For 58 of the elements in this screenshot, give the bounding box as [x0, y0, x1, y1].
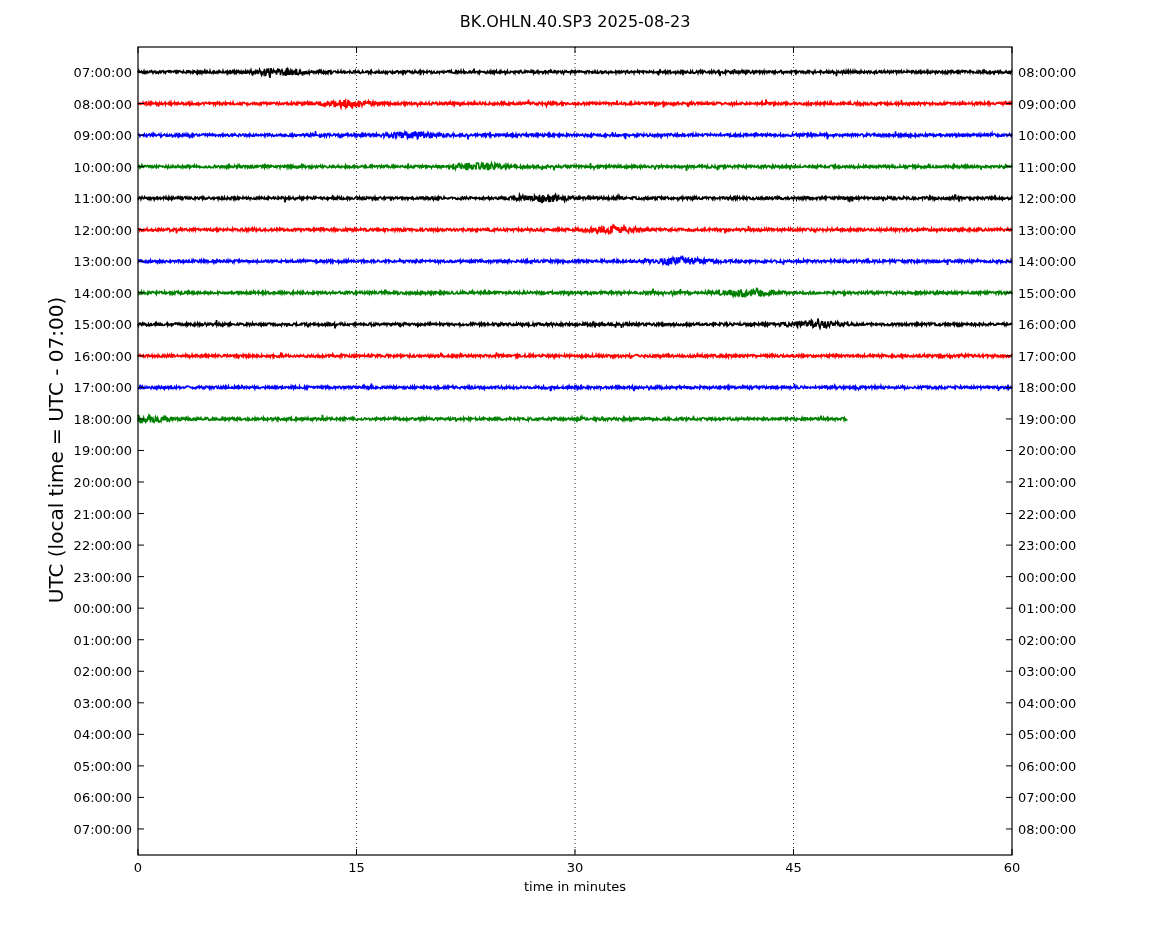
hour-label: 22:00:00 [73, 538, 132, 554]
hour-label: 18:00:00 [73, 411, 132, 427]
hour-label: 12:00:00 [1018, 191, 1077, 207]
hour-label: 01:00:00 [73, 632, 132, 648]
hour-label: 02:00:00 [73, 664, 132, 680]
hour-label: 19:00:00 [1018, 411, 1077, 427]
hour-label: 11:00:00 [73, 191, 132, 207]
hour-label: 07:00:00 [73, 821, 132, 837]
hour-label: 15:00:00 [1018, 285, 1077, 301]
hour-label: 10:00:00 [73, 159, 132, 175]
hour-label: 08:00:00 [1018, 821, 1077, 837]
hour-label: 06:00:00 [1018, 758, 1077, 774]
hour-label: 07:00:00 [1018, 790, 1077, 806]
hour-label: 22:00:00 [1018, 506, 1077, 522]
hour-label: 23:00:00 [1018, 538, 1077, 554]
hour-label: 17:00:00 [1018, 348, 1077, 364]
hour-label: 16:00:00 [73, 348, 132, 364]
hour-label: 09:00:00 [73, 128, 132, 144]
hour-label: 04:00:00 [1018, 695, 1077, 711]
hour-label: 21:00:00 [73, 506, 132, 522]
hour-label: 07:00:00 [73, 65, 132, 80]
hour-label: 13:00:00 [73, 254, 132, 270]
hour-label: 17:00:00 [73, 380, 132, 396]
hour-label: 23:00:00 [73, 569, 132, 585]
hour-label: 02:00:00 [1018, 632, 1077, 648]
minute-label: 60 [1003, 860, 1021, 875]
hour-label: 18:00:00 [1018, 380, 1077, 396]
x-axis-label: time in minutes [523, 879, 627, 894]
hour-label: 08:00:00 [73, 96, 132, 112]
hour-label: 13:00:00 [1018, 222, 1077, 238]
hour-label: 01:00:00 [1018, 601, 1077, 617]
hour-label: 05:00:00 [73, 758, 132, 774]
minute-label: 45 [785, 860, 802, 875]
hour-label: 14:00:00 [1018, 254, 1077, 270]
hour-label: 20:00:00 [1018, 443, 1077, 459]
hour-label: 03:00:00 [1018, 664, 1077, 680]
chart-title: BK.OHLN.40.SP3 2025-08-23 [459, 12, 691, 31]
minute-label: 30 [566, 860, 584, 875]
minute-label: 15 [348, 860, 365, 875]
hour-label: 09:00:00 [1018, 96, 1077, 112]
y-axis-label: UTC (local time = UTC - 07:00) [44, 296, 68, 604]
hour-label: 14:00:00 [73, 285, 132, 301]
hour-label: 21:00:00 [1018, 475, 1077, 490]
hour-label: 19:00:00 [73, 443, 132, 459]
hour-label: 16:00:00 [1018, 317, 1077, 333]
hour-label: 11:00:00 [1018, 159, 1077, 175]
hour-label: 20:00:00 [73, 475, 132, 490]
hour-label: 04:00:00 [73, 727, 132, 743]
hour-label: 10:00:00 [1018, 128, 1077, 144]
hour-label: 05:00:00 [1018, 727, 1077, 743]
hour-label: 12:00:00 [73, 222, 132, 238]
hour-label: 03:00:00 [73, 695, 132, 711]
hour-label: 06:00:00 [73, 790, 132, 806]
minute-label: 0 [133, 860, 143, 875]
hour-label: 15:00:00 [73, 317, 132, 333]
hour-label: 00:00:00 [1018, 569, 1077, 585]
hour-label: 00:00:00 [73, 601, 132, 617]
hour-label: 08:00:00 [1018, 65, 1077, 80]
